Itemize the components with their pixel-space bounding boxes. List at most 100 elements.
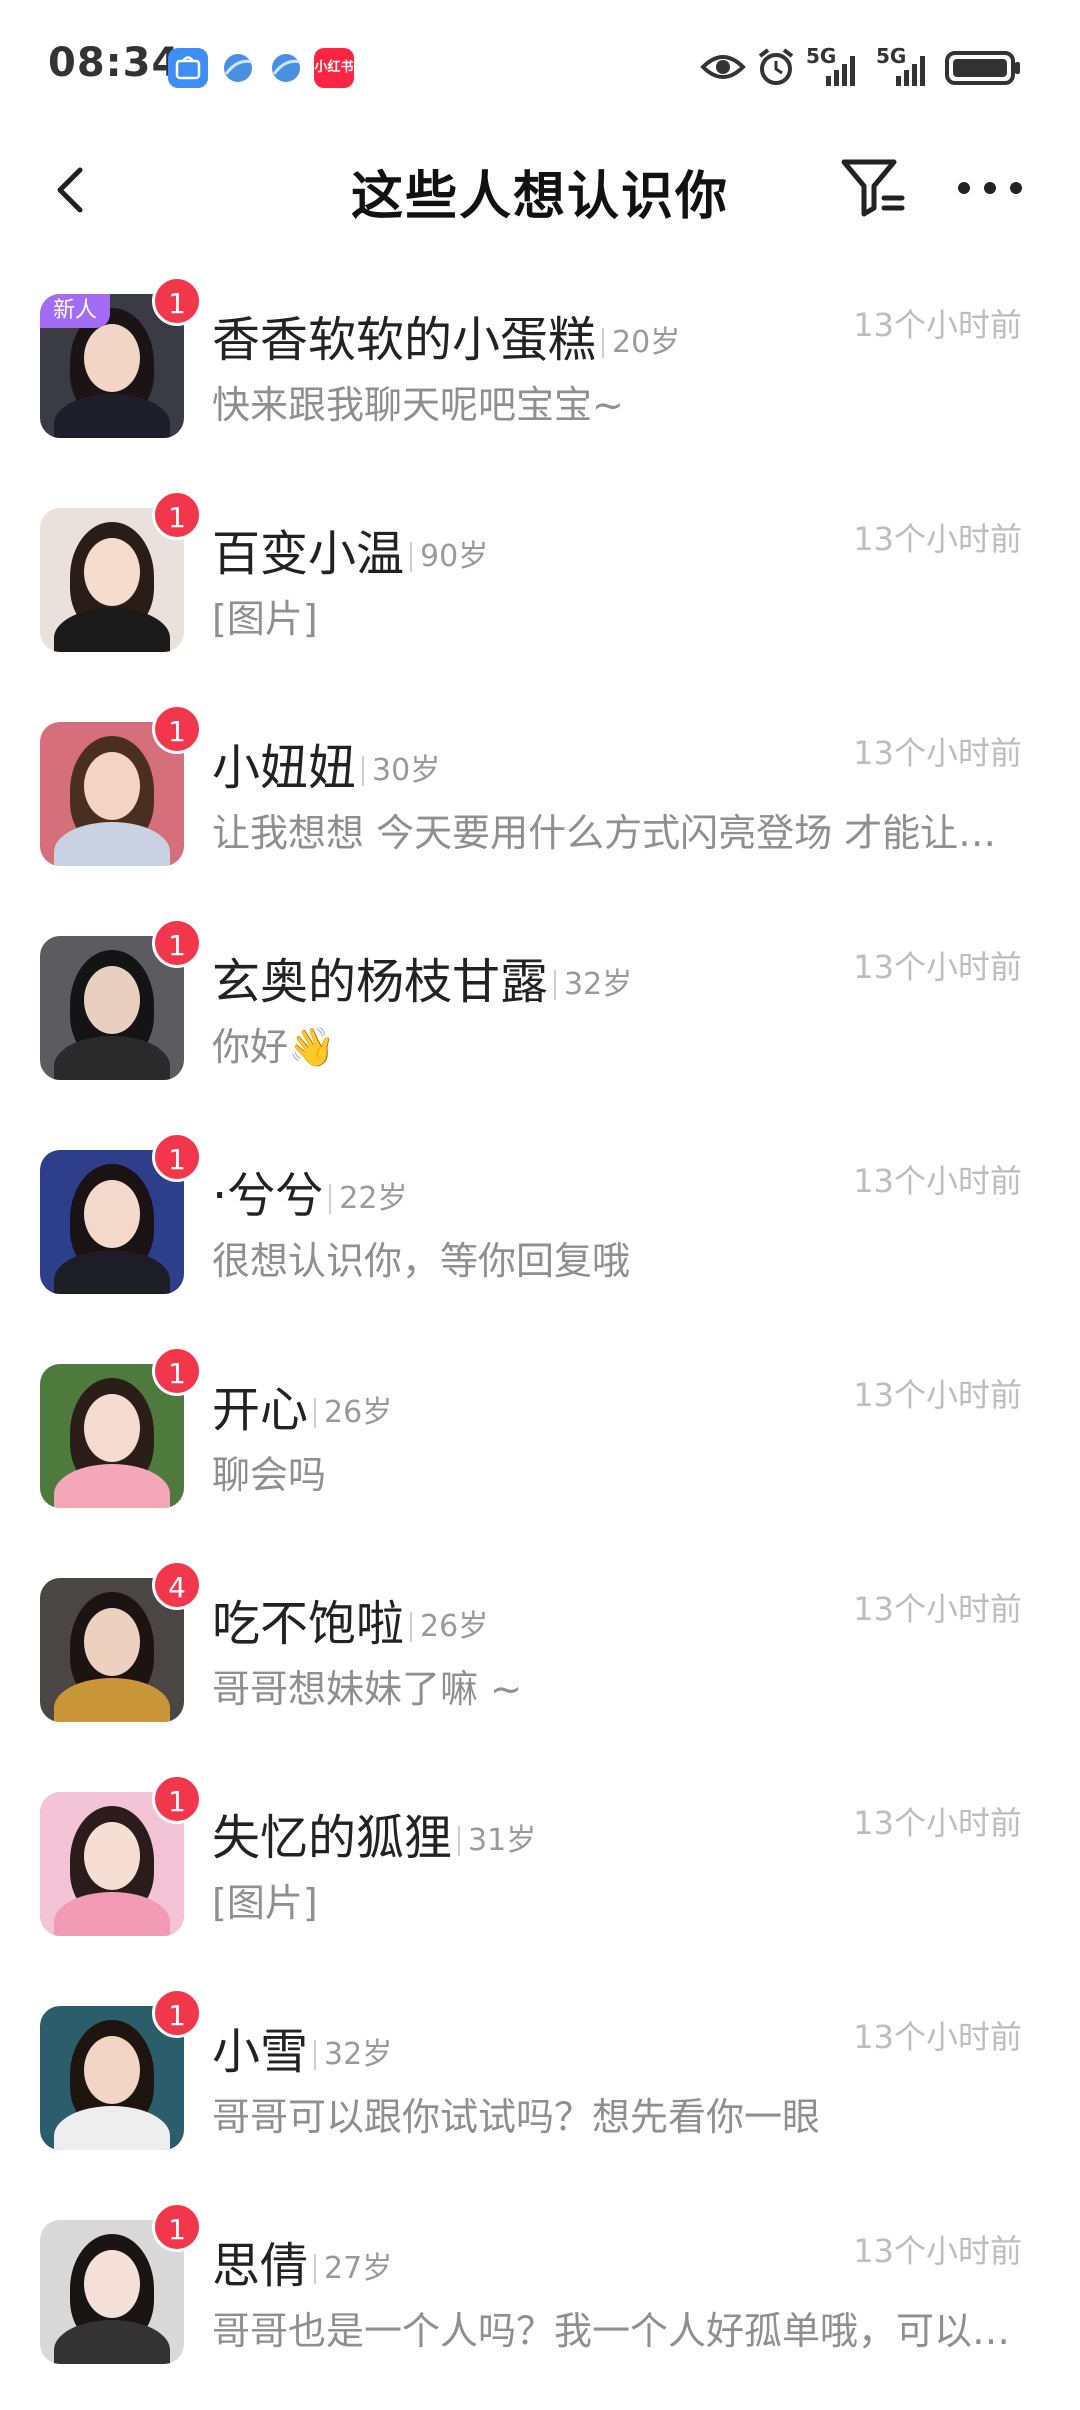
conversation-row[interactable]: 4 吃不饱啦 26岁 13个小时前 哥哥想妹妹了嘛 ~ [0, 1554, 1080, 1768]
message-preview: 哥哥也是一个人吗？我一个人好孤单哦，可以陪我聊聊天吗 [212, 2309, 1032, 2353]
avatar-face [84, 1394, 140, 1462]
contact-name: 失忆的狐狸 31岁 [212, 1798, 536, 1868]
message-preview: 快来跟我聊天呢吧宝宝~ [212, 383, 624, 427]
header-bar: 这些人想认识你 [0, 130, 1080, 250]
avatar-face [84, 2036, 140, 2104]
xiaohongshu-app-icon: 小红书 [314, 48, 354, 88]
contact-age: 26岁 [410, 1612, 488, 1642]
message-time: 13个小时前 [853, 734, 1022, 772]
avatar-body [54, 1892, 170, 1936]
message-preview: 很想认识你，等你回复哦 [212, 1239, 631, 1283]
contact-name-text: 思倩 [212, 2238, 309, 2294]
contact-name: 小妞妞 30岁 [212, 728, 440, 798]
contact-age: 20岁 [602, 328, 680, 358]
browser-app-icon-2 [266, 48, 306, 88]
avatar-body [54, 1678, 170, 1722]
contact-name: 开心 26岁 [212, 1370, 392, 1440]
contact-name: 吃不饱啦 26岁 [212, 1584, 488, 1654]
filter-button[interactable] [838, 152, 910, 224]
contact-name-text: 百变小温 [212, 526, 405, 582]
conversation-row[interactable]: 1 失忆的狐狸 31岁 13个小时前 [图片] [0, 1768, 1080, 1982]
contact-name: 思倩 27岁 [212, 2226, 392, 2296]
more-options-button[interactable] [950, 152, 1030, 224]
page-title: 这些人想认识你 [350, 167, 729, 227]
eye-icon [700, 55, 746, 79]
unread-badge: 1 [152, 1346, 202, 1396]
unread-badge: 1 [152, 490, 202, 540]
avatar-body [54, 608, 170, 652]
message-preview: 哥哥可以跟你试试吗？想先看你一眼 [212, 2095, 821, 2139]
message-preview: 聊会吗 [212, 1453, 327, 1497]
contact-name-text: 香香软软的小蛋糕 [212, 312, 597, 368]
alarm-icon [758, 48, 794, 85]
message-time: 13个小时前 [853, 1590, 1022, 1628]
unread-badge: 1 [152, 1132, 202, 1182]
contact-name-text: 小妞妞 [212, 740, 357, 796]
contact-name: 百变小温 90岁 [212, 514, 488, 584]
contact-name: 香香软软的小蛋糕 20岁 [212, 300, 680, 370]
message-preview: [图片] [212, 597, 318, 641]
contact-name: 小雪 32岁 [212, 2012, 392, 2082]
message-time: 13个小时前 [853, 1376, 1022, 1414]
conversation-row[interactable]: 1 玄奥的杨枝甘露 32岁 13个小时前 你好👋 [0, 912, 1080, 1126]
conversation-row[interactable]: 1 ·兮兮 22岁 13个小时前 很想认识你，等你回复哦 [0, 1126, 1080, 1340]
contact-name: 玄奥的杨枝甘露 32岁 [212, 942, 632, 1012]
contact-name-text: 小雪 [212, 2024, 309, 2080]
conversation-row[interactable]: 1 思倩27岁 13个小时前 哥哥也是一个人吗？我一个人好孤单哦，可以陪我聊聊天… [0, 2196, 1080, 2410]
avatar-body [54, 822, 170, 866]
conversation-row[interactable]: 1 小雪 32岁 13个小时前 哥哥可以跟你试试吗？想先看你一眼 [0, 1982, 1080, 2196]
avatar-body [54, 2320, 170, 2364]
avatar-face [84, 2250, 140, 2318]
message-preview: [图片] [212, 1881, 318, 1925]
message-preview: 你好👋 [212, 1025, 336, 1069]
conversation-row[interactable]: 新人 1 香香软软的小蛋糕 20岁 13个小时前 快来跟我聊天呢吧宝宝~ [0, 270, 1080, 484]
conversation-row[interactable]: 1 百变小温 90岁 13个小时前 [图片] [0, 484, 1080, 698]
contact-age: 30岁 [362, 756, 440, 786]
message-time: 13个小时前 [853, 2232, 1022, 2270]
avatar-body [54, 2106, 170, 2150]
avatar-body [54, 1464, 170, 1508]
avatar-face [84, 966, 140, 1034]
avatar-face [84, 538, 140, 606]
contact-name-text: 吃不饱啦 [212, 1596, 405, 1652]
avatar-body [54, 394, 170, 438]
contact-name: ·兮兮 22岁 [212, 1156, 407, 1226]
unread-badge: 1 [152, 1774, 202, 1824]
unread-badge: 1 [152, 918, 202, 968]
contact-age: 31岁 [458, 1826, 536, 1856]
unread-badge: 4 [152, 1560, 202, 1610]
message-time: 13个小时前 [853, 520, 1022, 558]
conversation-row[interactable]: 1 开心 26岁 13个小时前 聊会吗 [0, 1340, 1080, 1554]
avatar-face [84, 1180, 140, 1248]
unread-badge: 1 [152, 276, 202, 326]
battery-icon [945, 51, 1020, 85]
contact-age: 32岁 [554, 970, 632, 1000]
status-time: 08:34 [48, 40, 181, 86]
conversation-list: 新人 1 香香软软的小蛋糕 20岁 13个小时前 快来跟我聊天呢吧宝宝~ 1 百变… [0, 270, 1080, 2410]
avatar-face [84, 1608, 140, 1676]
contact-name-text: 开心 [212, 1382, 309, 1438]
avatar-face [84, 1822, 140, 1890]
conversation-row[interactable]: 1 小妞妞30岁 13个小时前 让我想想 今天要用什么方式闪亮登场 才能让你一眼… [0, 698, 1080, 912]
signal-icon-2 [896, 56, 925, 86]
unread-badge: 1 [152, 2202, 202, 2252]
message-time: 13个小时前 [853, 1804, 1022, 1842]
message-time: 13个小时前 [853, 2018, 1022, 2056]
avatar-face [84, 324, 140, 392]
contact-age: 27岁 [314, 2254, 392, 2284]
message-time: 13个小时前 [853, 948, 1022, 986]
honor-app-icon [168, 48, 208, 88]
avatar-body [54, 1036, 170, 1080]
unread-badge: 1 [152, 704, 202, 754]
unread-badge: 1 [152, 1988, 202, 2038]
contact-name-text: ·兮兮 [212, 1168, 324, 1224]
message-time: 13个小时前 [853, 306, 1022, 344]
contact-name-text: 失忆的狐狸 [212, 1810, 453, 1866]
contact-age: 90岁 [410, 542, 488, 572]
contact-age: 32岁 [314, 2040, 392, 2070]
status-bar: 08:34 小红书 5G 5G [0, 0, 1080, 130]
avatar-face [84, 752, 140, 820]
contact-age: 22岁 [329, 1184, 407, 1214]
new-user-tag: 新人 [40, 294, 110, 328]
browser-app-icon [218, 48, 258, 88]
